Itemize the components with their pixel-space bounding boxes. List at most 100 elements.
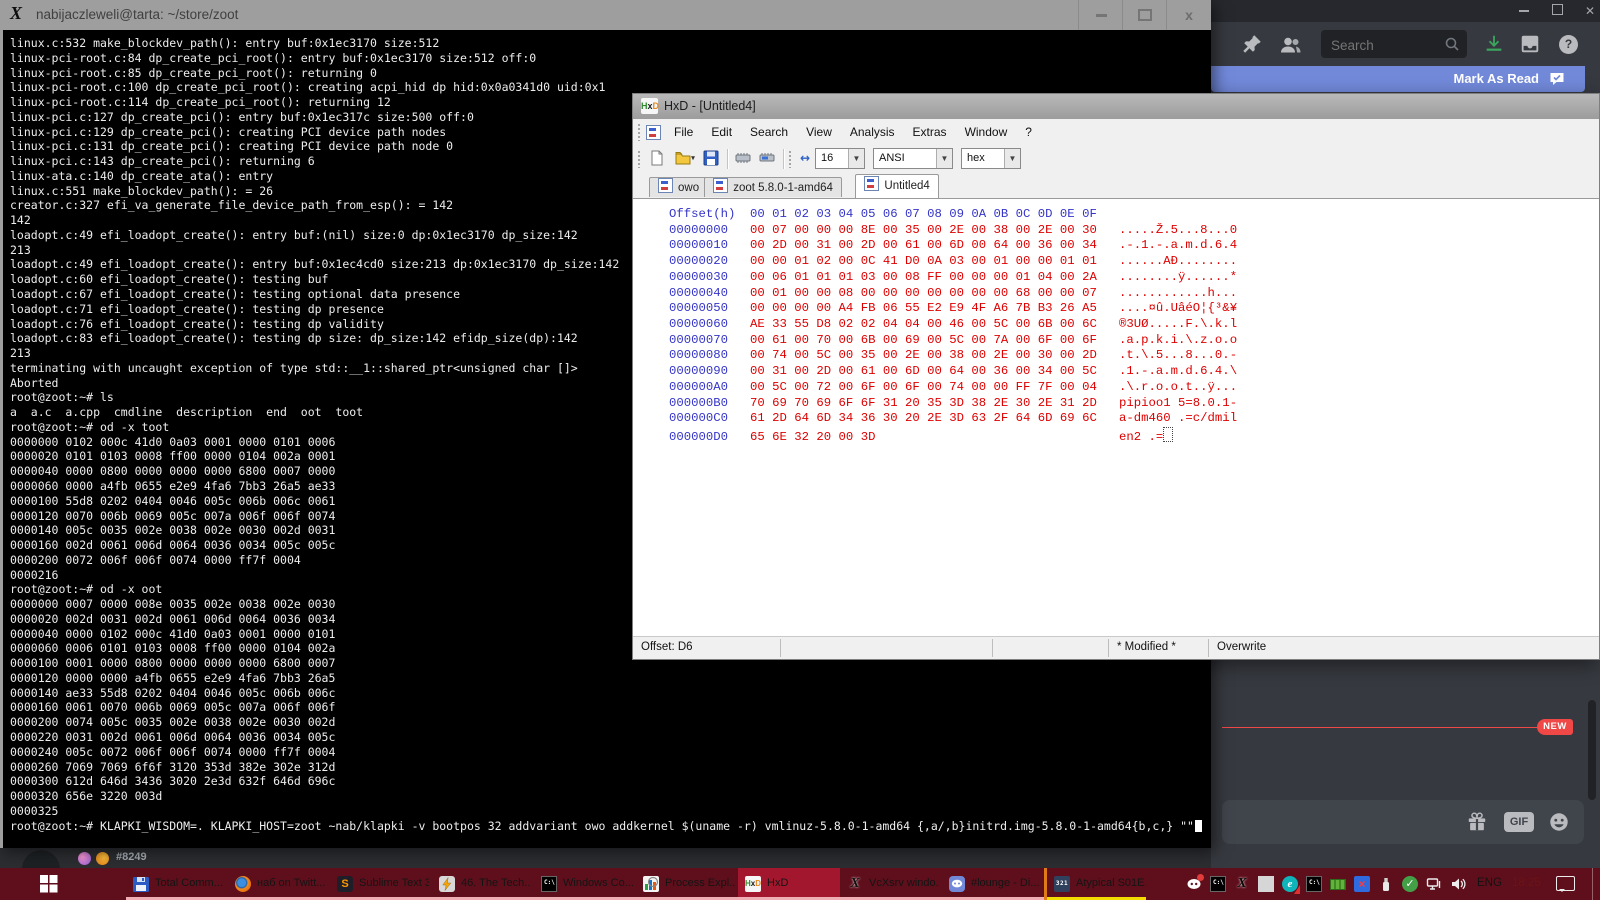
console2-tray-icon[interactable]: C:\: [1306, 876, 1322, 892]
hex-bytes[interactable]: 00 31 00 2D 00 61 00 6D 00 64 00 36 00 3…: [750, 364, 1119, 380]
avatar[interactable]: [22, 850, 60, 868]
eset-tray-icon[interactable]: e: [1282, 876, 1298, 892]
clock[interactable]: 18:25: [1512, 877, 1541, 889]
offset-base-select[interactable]: hex▼: [961, 148, 1021, 169]
hex-bytes[interactable]: 70 69 70 69 6F 6F 31 20 35 3D 38 2E 30 2…: [750, 396, 1119, 412]
terminal-minimize-button[interactable]: [1078, 0, 1123, 30]
tab-owo[interactable]: owo: [649, 177, 708, 197]
search-box[interactable]: [1321, 30, 1467, 58]
hex-ascii[interactable]: .a.p.k.i.\.z.o.o: [1119, 333, 1237, 347]
hex-ascii[interactable]: .1.-.a.m.d.6.4.\: [1119, 364, 1237, 378]
menu-item-edit[interactable]: Edit: [702, 119, 741, 145]
terminal-close-button[interactable]: x: [1166, 0, 1211, 30]
hex-bytes[interactable]: 00 07 00 00 00 8E 00 35 00 2E 00 38 00 2…: [750, 223, 1119, 239]
hex-ascii[interactable]: pipioo1 5=8.0.1-: [1119, 396, 1237, 410]
hex-ascii[interactable]: ............h...: [1119, 286, 1237, 300]
hex-bytes[interactable]: 00 06 01 01 01 03 00 08 FF 00 00 00 01 0…: [750, 270, 1119, 286]
menu-item-extras[interactable]: Extras: [904, 119, 956, 145]
terminal-maximize-button[interactable]: [1122, 0, 1167, 30]
volume-tray-icon[interactable]: [1450, 876, 1466, 892]
blank-tray-icon[interactable]: [1258, 876, 1274, 892]
taskbar-item-vcxsrv-windo[interactable]: XVcXsrv windo...: [840, 868, 942, 900]
start-button[interactable]: [0, 868, 70, 900]
hex-bytes[interactable]: 00 00 01 02 00 0C 41 D0 0A 03 00 01 00 0…: [750, 254, 1119, 270]
hex-ascii[interactable]: ®3UØ.....F.\.k.l: [1119, 317, 1237, 331]
language-indicator[interactable]: ENG: [1477, 877, 1502, 889]
gift-icon[interactable]: [1466, 811, 1488, 833]
bytes-per-row-select[interactable]: 16▼: [815, 148, 865, 169]
action-center-icon[interactable]: [1556, 876, 1575, 891]
menu-item-file[interactable]: File: [665, 119, 702, 145]
hex-bytes[interactable]: 00 01 00 00 08 00 00 00 00 00 00 00 68 0…: [750, 286, 1119, 302]
tab-untitled4[interactable]: Untitled4: [855, 174, 938, 198]
chevron-down-icon[interactable]: ▼: [936, 149, 952, 168]
menu-item-analysis[interactable]: Analysis: [841, 119, 904, 145]
open-disk-button[interactable]: [757, 150, 777, 168]
hex-ascii[interactable]: ........ÿ......*: [1119, 270, 1237, 284]
encoding-select[interactable]: ANSI▼: [873, 148, 953, 169]
chevron-down-icon[interactable]: ▼: [1004, 149, 1020, 168]
console-tray-icon[interactable]: C:\: [1210, 876, 1226, 892]
inbox-icon[interactable]: [1519, 33, 1543, 57]
message-input-box[interactable]: GIF: [1222, 800, 1584, 844]
hex-ascii[interactable]: a-dm460 .=c/dmil: [1119, 411, 1237, 425]
menu-item-search[interactable]: Search: [741, 119, 797, 145]
hex-bytes[interactable]: 00 74 00 5C 00 35 00 2E 00 38 00 2E 00 3…: [750, 348, 1119, 364]
chevron-down-icon[interactable]: ▼: [848, 149, 864, 168]
taskbar-item-on-twitt[interactable]: наб on Twitt...: [228, 868, 330, 900]
taskbar-item-atypical-s01e[interactable]: 321Atypical S01E...: [1044, 868, 1146, 900]
ok-tray-icon[interactable]: ✓: [1402, 876, 1418, 892]
help-icon[interactable]: ?: [1559, 35, 1578, 54]
discord-tray-icon[interactable]: [1186, 876, 1202, 892]
gpu-tray-icon[interactable]: [1330, 876, 1346, 892]
status-mode[interactable]: Overwrite: [1217, 637, 1266, 658]
hex-bytes[interactable]: 00 5C 00 72 00 6F 00 6F 00 74 00 00 FF 7…: [750, 380, 1119, 396]
vcxsrv-tray-icon[interactable]: X: [1234, 876, 1250, 892]
members-icon[interactable]: [1279, 33, 1303, 57]
hex-ascii[interactable]: ......AÐ........: [1119, 254, 1237, 268]
hex-editor-area[interactable]: Offset(h)00 01 02 03 04 05 06 07 08 09 0…: [633, 198, 1599, 637]
hex-ascii[interactable]: .....Ž.5...8...0: [1119, 223, 1237, 237]
network-tray-icon[interactable]: [1426, 876, 1442, 892]
new-file-button[interactable]: [647, 150, 667, 168]
taskbar-item-windows-co[interactable]: C:\Windows Co...: [534, 868, 636, 900]
new-badge[interactable]: NEW: [1537, 719, 1573, 735]
taskbar-item-process-expl[interactable]: Process Expl...: [636, 868, 738, 900]
taskbar-item-sublime-text-3[interactable]: SSublime Text 3: [330, 868, 432, 900]
hex-bytes[interactable]: 61 2D 64 6D 34 36 30 20 2E 3D 63 2F 64 6…: [750, 411, 1119, 427]
taskbar-item-total-comm[interactable]: Total Comm...: [126, 868, 228, 900]
hex-bytes[interactable]: 00 2D 00 31 00 2D 00 61 00 6D 00 64 00 3…: [750, 238, 1119, 254]
network-error-tray-icon[interactable]: ×: [1354, 876, 1370, 892]
terminal-titlebar[interactable]: X nabijaczleweli@tarta: ~/store/zoot x: [0, 0, 1211, 30]
open-ram-button[interactable]: [733, 150, 753, 168]
hex-bytes[interactable]: 65 6E 32 20 00 3D: [750, 430, 1119, 446]
hex-ascii[interactable]: .\.r.o.o.t..ÿ...: [1119, 380, 1237, 394]
toolbar-grip[interactable]: [637, 150, 642, 168]
open-file-button[interactable]: ▾: [671, 150, 699, 168]
taskbar-item-46-the-tech[interactable]: 46. The Tech...: [432, 868, 534, 900]
show-desktop-button[interactable]: [1592, 868, 1600, 900]
discord-close-button[interactable]: ✕: [1582, 3, 1598, 19]
usb-tray-icon[interactable]: [1378, 876, 1394, 892]
hex-ascii[interactable]: .t.\.5...8...0.-: [1119, 348, 1237, 362]
hxd-titlebar[interactable]: HxD HxD - [Untitled4]: [633, 94, 1599, 119]
hex-bytes[interactable]: AE 33 55 D8 02 02 04 04 00 46 00 5C 00 6…: [750, 317, 1119, 333]
hex-ascii[interactable]: en2 .=: [1119, 430, 1163, 444]
hex-bytes[interactable]: 00 00 00 00 A4 FB 06 55 E2 E9 4F A6 7B B…: [750, 301, 1119, 317]
toolbar-grip[interactable]: [788, 150, 793, 168]
discord-minimize-button[interactable]: [1516, 3, 1532, 19]
pin-icon[interactable]: [1241, 33, 1265, 57]
chat-scrollbar[interactable]: [1588, 700, 1596, 800]
taskbar-item-lounge-di[interactable]: #lounge - Di...: [942, 868, 1044, 900]
emoji-icon[interactable]: [1548, 811, 1570, 833]
save-button[interactable]: [701, 150, 721, 168]
search-input[interactable]: [1329, 34, 1441, 56]
toolbar-grip[interactable]: [637, 123, 642, 141]
menu-item-window[interactable]: Window: [956, 119, 1017, 145]
discord-maximize-button[interactable]: [1549, 3, 1565, 19]
gif-button[interactable]: GIF: [1504, 812, 1534, 832]
hex-bytes[interactable]: 00 61 00 70 00 6B 00 69 00 5C 00 7A 00 6…: [750, 333, 1119, 349]
download-icon[interactable]: [1483, 33, 1507, 57]
mark-as-read-banner[interactable]: Mark As Read: [1211, 66, 1585, 92]
taskbar-item-hxd[interactable]: HxDHxD: [738, 868, 840, 900]
